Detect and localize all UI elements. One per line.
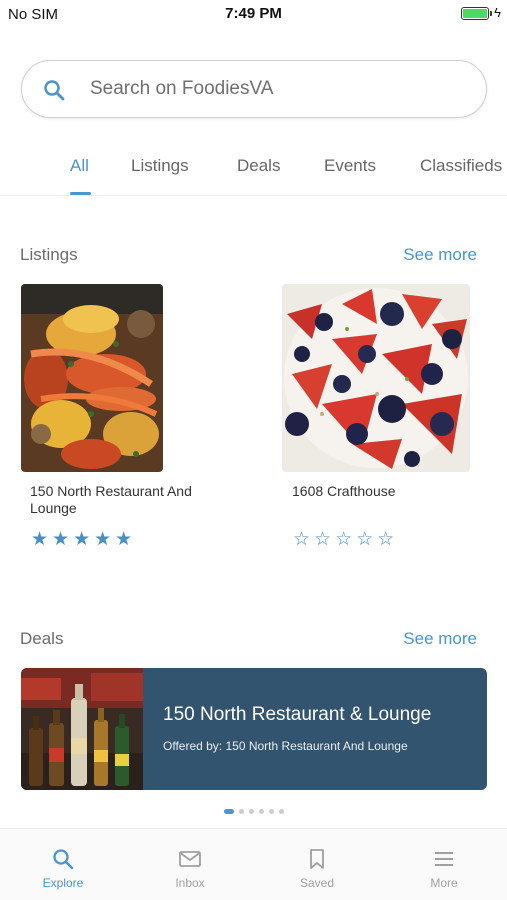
tab-deals[interactable]: Deals [237,156,280,176]
deal-title: 150 North Restaurant & Lounge [163,704,432,725]
pagination-dot[interactable] [248,809,254,814]
listing-name[interactable]: 150 North Restaurant And Lounge [30,483,230,517]
menu-icon [435,852,453,866]
nav-label: Saved [299,876,335,890]
tab-listings[interactable]: Listings [131,156,189,176]
category-tabs: All Listings Deals Events Classifieds [0,150,507,196]
battery-icon [461,7,492,20]
search-icon [44,80,65,101]
listing-image-seafood[interactable] [21,284,163,472]
pagination-dot[interactable] [238,809,244,814]
rating-stars: ★★★★★ [31,530,136,550]
bottom-tab-bar: Explore Inbox Saved More [0,828,507,900]
listing-name[interactable]: 1608 Crafthouse [292,483,492,500]
pagination-dot-active[interactable] [223,809,234,814]
status-bar: No SIM 7:49 PM ϟ [0,0,507,28]
nav-label: Explore [42,876,84,890]
tab-all[interactable]: All [70,156,89,176]
bookmark-icon [310,849,324,869]
nav-inbox[interactable]: Inbox [127,829,253,900]
listing-image-dessert[interactable] [282,284,470,472]
deal-subtitle: Offered by: 150 North Restaurant And Lou… [163,739,408,753]
pagination-dot[interactable] [278,809,284,814]
deal-image [21,668,143,790]
listings-section-title: Listings [20,245,78,264]
clock: 7:49 PM [225,5,282,22]
rating-stars: ☆☆☆☆☆ [293,530,398,550]
charging-icon: ϟ [494,5,501,20]
pagination-dot[interactable] [258,809,264,814]
star-outline-icon: ☆☆☆☆☆ [293,529,399,550]
search-input[interactable] [90,61,470,117]
deals-section-title: Deals [20,629,64,648]
nav-saved[interactable]: Saved [254,829,380,900]
carousel-pagination [0,809,507,814]
deals-see-more-link[interactable]: See more [403,629,477,649]
tab-classifieds[interactable]: Classifieds [420,156,502,176]
nav-label: Inbox [175,876,205,890]
pagination-dot[interactable] [268,809,274,814]
tab-events[interactable]: Events [324,156,376,176]
deal-banner[interactable]: 150 North Restaurant & Lounge Offered by… [21,668,487,790]
nav-more[interactable]: More [381,829,507,900]
nav-explore[interactable]: Explore [0,829,126,900]
active-tab-indicator [70,192,91,195]
search-bar[interactable] [21,60,487,118]
listings-see-more-link[interactable]: See more [403,245,477,265]
nav-label: More [430,876,458,890]
star-icon: ★★★★★ [31,529,137,550]
envelope-icon [179,851,201,867]
search-icon [53,849,74,870]
